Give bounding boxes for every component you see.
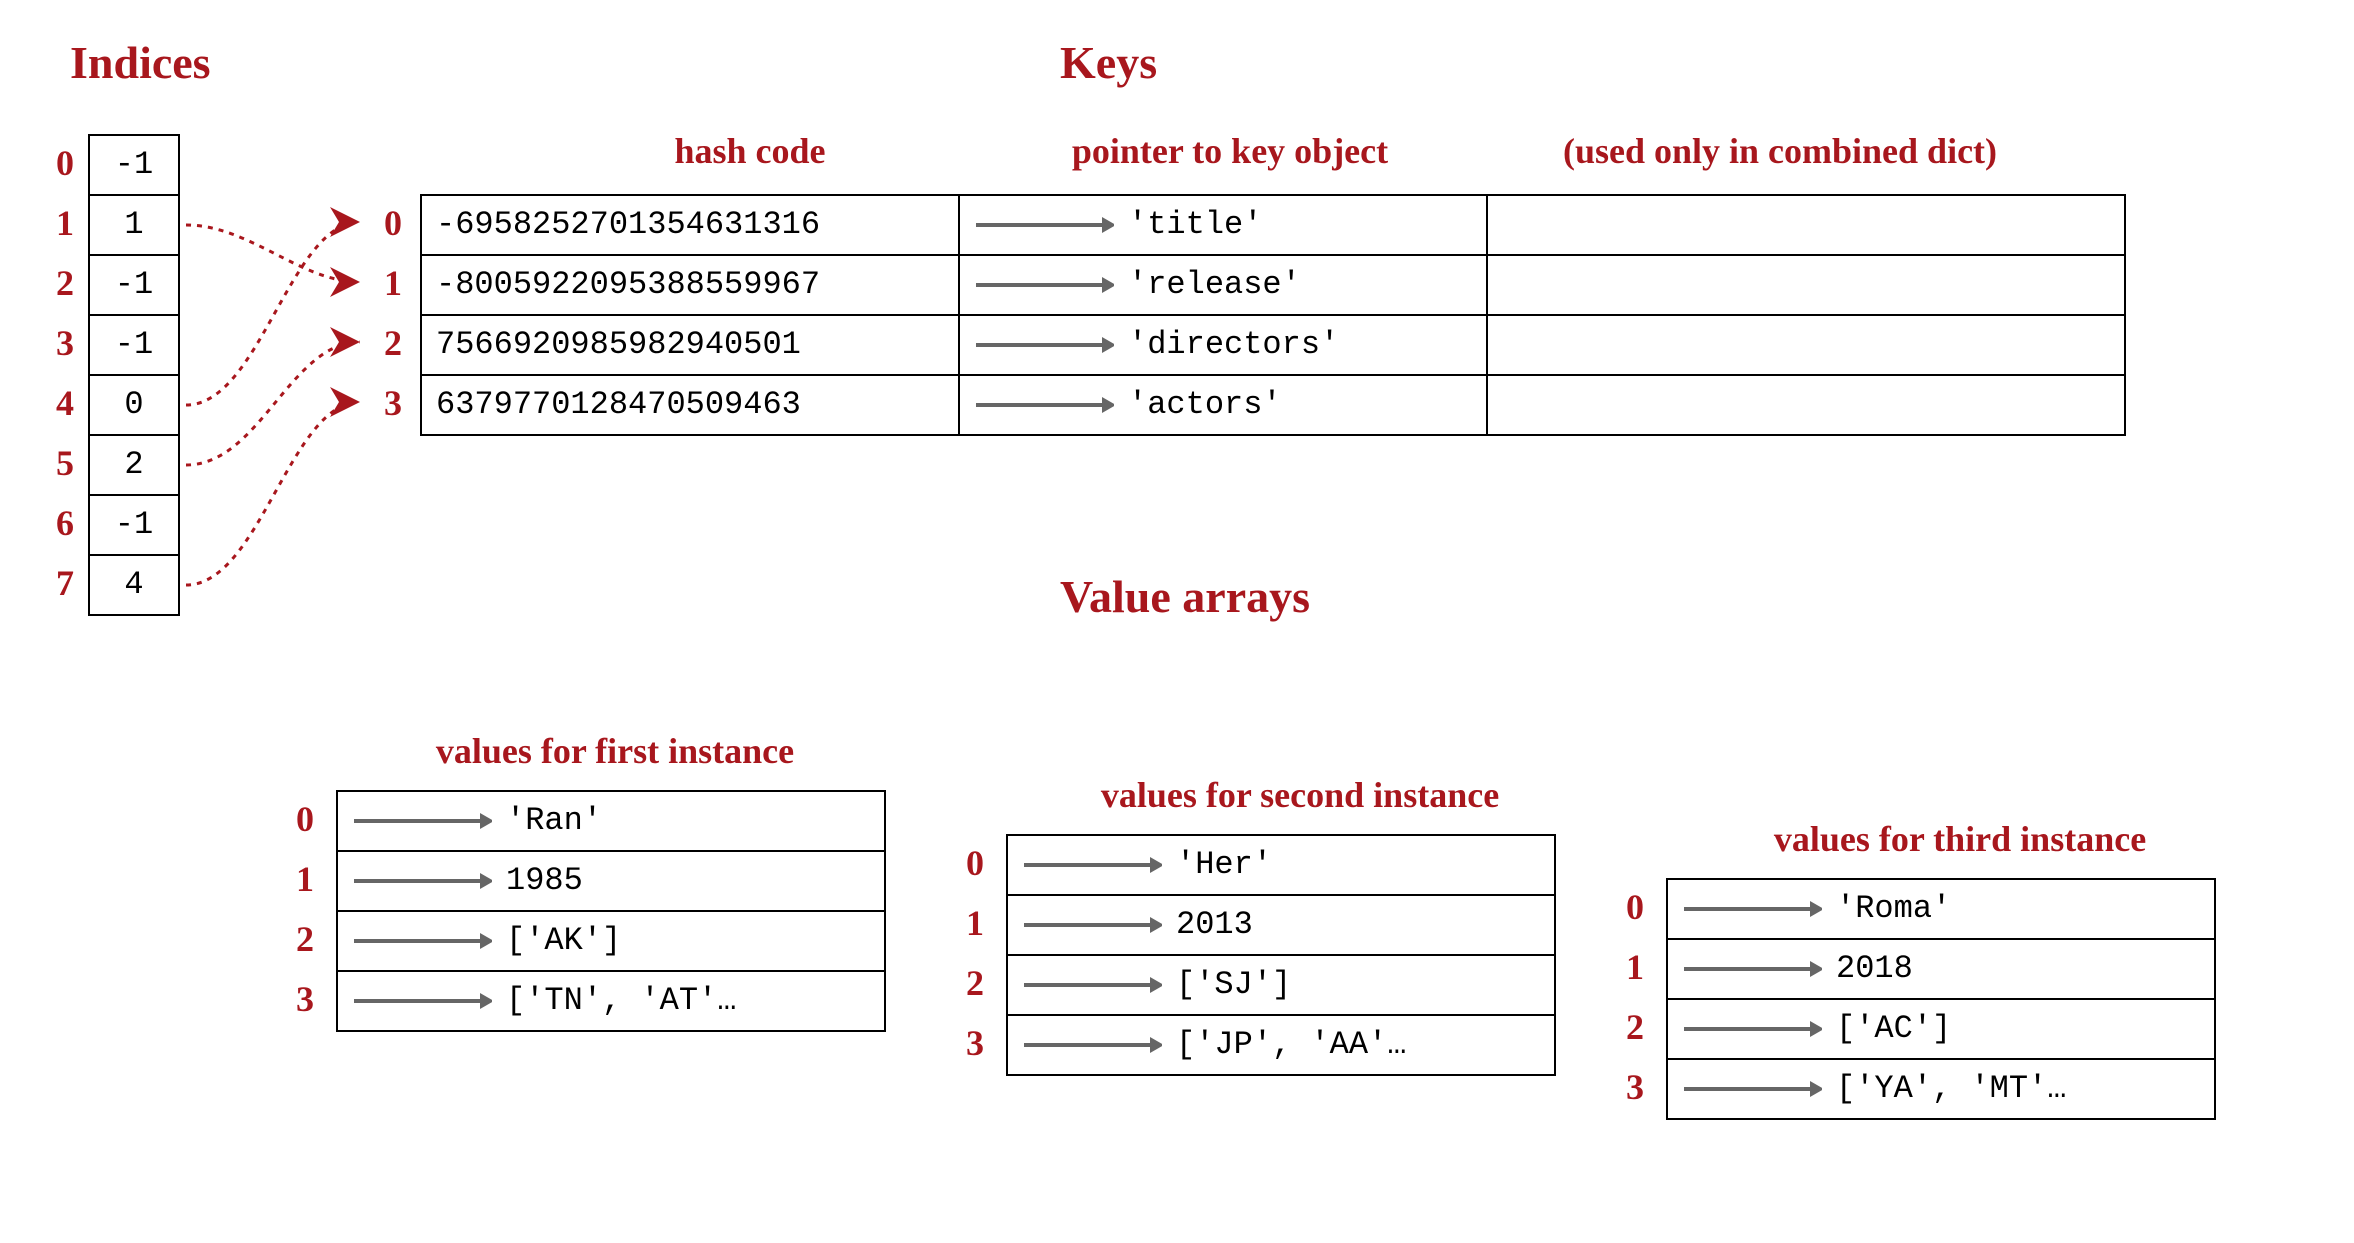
value-text: 2013 xyxy=(1176,909,1253,941)
key-text: 'directors' xyxy=(1128,329,1339,361)
values-rownum: 0 xyxy=(1610,886,1644,928)
values-rownum: 0 xyxy=(950,842,984,884)
value-text: 2018 xyxy=(1836,953,1913,985)
value-cell: 'Her' xyxy=(1006,834,1556,896)
keypointer-cell: 'directors' xyxy=(958,314,1488,376)
combined-cell xyxy=(1486,374,2126,436)
value-text: ['AC'] xyxy=(1836,1013,1951,1045)
indices-rownum: 5 xyxy=(40,442,74,484)
indices-rownum: 0 xyxy=(40,142,74,184)
indices-cell: -1 xyxy=(88,494,180,556)
value-cell: 2018 xyxy=(1666,938,2216,1000)
value-cell: ['SJ'] xyxy=(1006,954,1556,1016)
combined-cell xyxy=(1486,194,2126,256)
mapping-arrows-icon xyxy=(180,130,380,630)
hash-cell: 6379770128470509463 xyxy=(420,374,960,436)
arrow-icon xyxy=(352,930,492,952)
keys-rownum: 0 xyxy=(368,202,402,244)
value-text: ['YA', 'MT'… xyxy=(1836,1073,2066,1105)
values-rownum: 1 xyxy=(950,902,984,944)
indices-rownum: 6 xyxy=(40,502,74,544)
arrow-icon xyxy=(1682,1078,1822,1100)
indices-cell: 4 xyxy=(88,554,180,616)
indices-rownum: 2 xyxy=(40,262,74,304)
hash-cell: 7566920985982940501 xyxy=(420,314,960,376)
indices-cell: -1 xyxy=(88,314,180,376)
value-text: 'Roma' xyxy=(1836,893,1951,925)
arrow-icon xyxy=(1682,1018,1822,1040)
values-second-label: values for second instance xyxy=(1020,774,1580,816)
value-cell: ['AC'] xyxy=(1666,998,2216,1060)
hash-cell: -6958252701354631316 xyxy=(420,194,960,256)
values-rownum: 0 xyxy=(280,798,314,840)
value-cell: ['YA', 'MT'… xyxy=(1666,1058,2216,1120)
value-text: 'Her' xyxy=(1176,849,1272,881)
value-text: ['TN', 'AT'… xyxy=(506,985,736,1017)
valuearrays-title: Value arrays xyxy=(1060,570,1310,623)
value-text: ['SJ'] xyxy=(1176,969,1291,1001)
key-text: 'title' xyxy=(1128,209,1262,241)
arrow-icon xyxy=(1022,914,1162,936)
arrow-icon xyxy=(352,870,492,892)
indices-cell: 2 xyxy=(88,434,180,496)
arrow-icon xyxy=(1022,854,1162,876)
values-third-label: values for third instance xyxy=(1680,818,2240,860)
indices-rownum: 3 xyxy=(40,322,74,364)
keypointer-cell: 'release' xyxy=(958,254,1488,316)
indices-cell: 0 xyxy=(88,374,180,436)
arrow-icon xyxy=(974,214,1114,236)
values-rownum: 2 xyxy=(950,962,984,1004)
value-cell: ['JP', 'AA'… xyxy=(1006,1014,1556,1076)
keys-rownum: 3 xyxy=(368,382,402,424)
arrow-icon xyxy=(1682,898,1822,920)
value-cell: ['TN', 'AT'… xyxy=(336,970,886,1032)
indices-rownum: 7 xyxy=(40,562,74,604)
value-text: 'Ran' xyxy=(506,805,602,837)
values-rownum: 2 xyxy=(280,918,314,960)
keys-rownum: 1 xyxy=(368,262,402,304)
value-text: 1985 xyxy=(506,865,583,897)
value-text: ['JP', 'AA'… xyxy=(1176,1029,1406,1061)
pointerkey-label: pointer to key object xyxy=(1000,130,1460,172)
arrow-icon xyxy=(974,394,1114,416)
indices-rownum: 1 xyxy=(40,202,74,244)
indices-cell: -1 xyxy=(88,134,180,196)
diagram-canvas: Indices Keys Value arrays hash code poin… xyxy=(40,30,2354,1213)
value-cell: 1985 xyxy=(336,850,886,912)
arrow-icon xyxy=(974,334,1114,356)
value-text: ['AK'] xyxy=(506,925,621,957)
values-rownum: 2 xyxy=(1610,1006,1644,1048)
values-rownum: 3 xyxy=(1610,1066,1644,1108)
values-rownum: 1 xyxy=(1610,946,1644,988)
indices-cell: 1 xyxy=(88,194,180,256)
values-rownum: 3 xyxy=(950,1022,984,1064)
indices-cell: -1 xyxy=(88,254,180,316)
arrow-icon xyxy=(352,810,492,832)
combined-cell xyxy=(1486,314,2126,376)
values-rownum: 1 xyxy=(280,858,314,900)
keys-rownum: 2 xyxy=(368,322,402,364)
combined-label: (used only in combined dict) xyxy=(1500,130,2060,172)
values-rownum: 3 xyxy=(280,978,314,1020)
value-cell: 'Ran' xyxy=(336,790,886,852)
hash-cell: -8005922095388559967 xyxy=(420,254,960,316)
keypointer-cell: 'title' xyxy=(958,194,1488,256)
value-cell: 2013 xyxy=(1006,894,1556,956)
key-text: 'actors' xyxy=(1128,389,1282,421)
hashcode-label: hash code xyxy=(540,130,960,172)
arrow-icon xyxy=(974,274,1114,296)
indices-title: Indices xyxy=(70,36,211,89)
value-cell: ['AK'] xyxy=(336,910,886,972)
arrow-icon xyxy=(1022,974,1162,996)
keys-title: Keys xyxy=(1060,36,1157,89)
keypointer-cell: 'actors' xyxy=(958,374,1488,436)
combined-cell xyxy=(1486,254,2126,316)
indices-rownum: 4 xyxy=(40,382,74,424)
values-first-label: values for first instance xyxy=(350,730,880,772)
arrow-icon xyxy=(1682,958,1822,980)
arrow-icon xyxy=(352,990,492,1012)
value-cell: 'Roma' xyxy=(1666,878,2216,940)
key-text: 'release' xyxy=(1128,269,1301,301)
arrow-icon xyxy=(1022,1034,1162,1056)
